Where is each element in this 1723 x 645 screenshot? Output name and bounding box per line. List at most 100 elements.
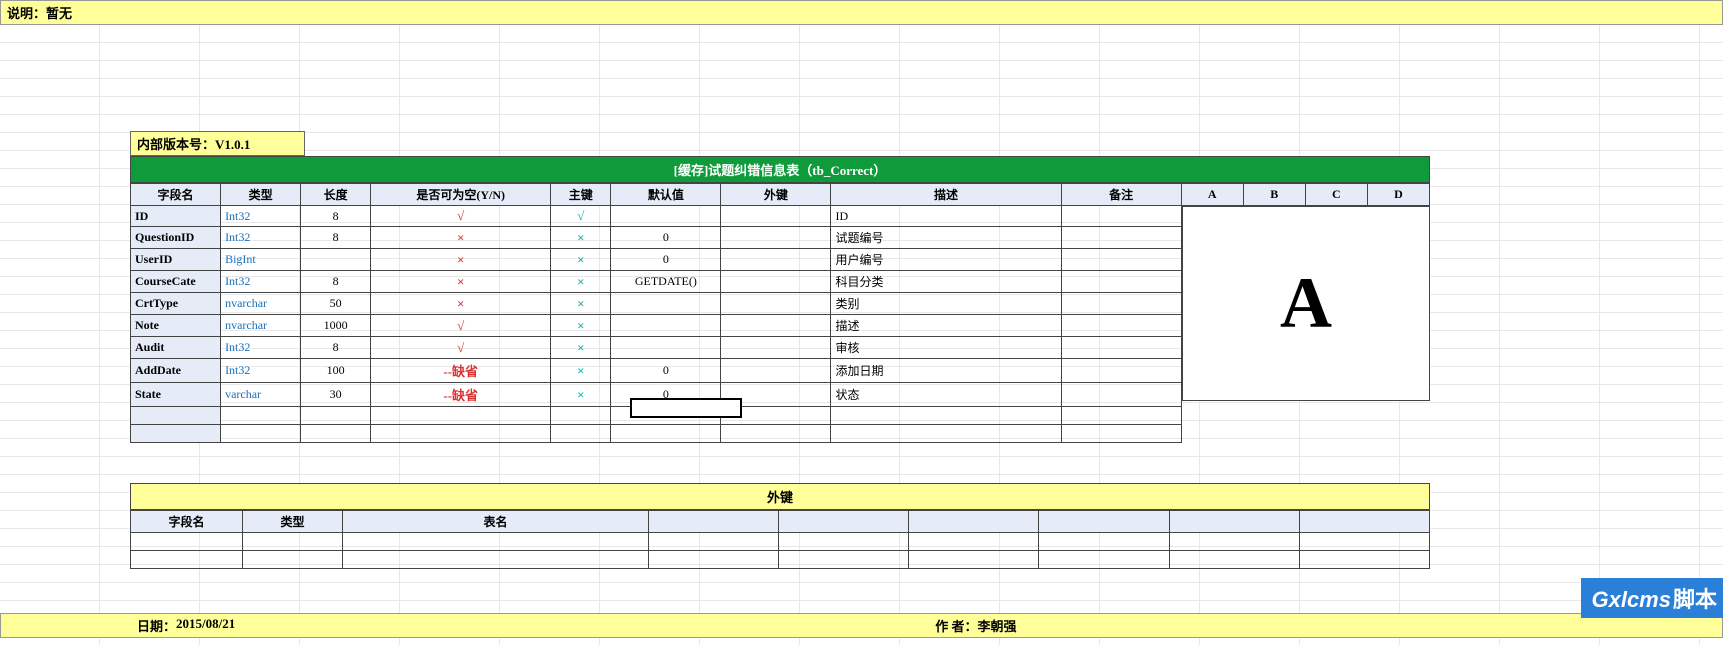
spreadsheet-area[interactable]: 内部版本号：V1.0.1 [缓存]试题纠错信息表（tb_Correct） 字段名… [0, 25, 1723, 645]
cell-desc[interactable]: 试题编号 [831, 227, 1061, 249]
cell-field[interactable]: Note [131, 315, 221, 337]
cell-pk[interactable]: × [551, 337, 611, 359]
version-value: V1.0.1 [215, 137, 250, 152]
cell-fk[interactable] [721, 271, 831, 293]
footer-author: 李朝强 [978, 616, 1017, 635]
cell-type[interactable]: Int32 [221, 227, 301, 249]
cell-nullable[interactable]: × [371, 227, 551, 249]
cell-fk[interactable] [721, 337, 831, 359]
cell-default[interactable]: 0 [611, 249, 721, 271]
cell-default[interactable]: 0 [611, 227, 721, 249]
cell-nullable[interactable]: × [371, 293, 551, 315]
version-cell[interactable]: 内部版本号：V1.0.1 [130, 131, 305, 156]
cell-nullable[interactable]: × [371, 249, 551, 271]
cell-length[interactable]: 100 [301, 359, 371, 383]
cell-default[interactable]: 0 [611, 383, 721, 407]
cell-desc[interactable]: 类别 [831, 293, 1061, 315]
cell-field[interactable]: UserID [131, 249, 221, 271]
cell-pk[interactable]: √ [551, 206, 611, 227]
fk-row[interactable] [131, 551, 1430, 569]
cell-desc[interactable]: 科目分类 [831, 271, 1061, 293]
cell-fk[interactable] [721, 227, 831, 249]
cell-pk[interactable]: × [551, 359, 611, 383]
cell-length[interactable]: 50 [301, 293, 371, 315]
cell-length[interactable]: 1000 [301, 315, 371, 337]
cell-default[interactable] [611, 315, 721, 337]
cell-fk[interactable] [721, 293, 831, 315]
cell-default[interactable] [611, 337, 721, 359]
cell-remark[interactable] [1061, 337, 1181, 359]
cell-length[interactable]: 30 [301, 383, 371, 407]
cell-length[interactable] [301, 249, 371, 271]
header-fk: 外键 [721, 184, 831, 206]
cell-desc[interactable]: 描述 [831, 315, 1061, 337]
cell-field[interactable]: CourseCate [131, 271, 221, 293]
cell-desc[interactable]: 状态 [831, 383, 1061, 407]
fk-header-type: 类型 [243, 511, 343, 533]
cell-field[interactable]: QuestionID [131, 227, 221, 249]
cell-default[interactable]: GETDATE() [611, 271, 721, 293]
cell-length[interactable]: 8 [301, 206, 371, 227]
cell-field[interactable]: ID [131, 206, 221, 227]
cell-nullable[interactable]: --缺省 [371, 359, 551, 383]
fk-table[interactable]: 字段名 类型 表名 [130, 510, 1430, 569]
cell-remark[interactable] [1061, 315, 1181, 337]
cell-type[interactable]: Int32 [221, 359, 301, 383]
cell-nullable[interactable]: √ [371, 337, 551, 359]
cell-remark[interactable] [1061, 383, 1181, 407]
cell-nullable[interactable]: --缺省 [371, 383, 551, 407]
cell-field[interactable]: CrtType [131, 293, 221, 315]
cell-type[interactable]: nvarchar [221, 293, 301, 315]
watermark: Gxlcms脚本 [1581, 578, 1723, 618]
cell-nullable[interactable]: × [371, 271, 551, 293]
cell-fk[interactable] [721, 383, 831, 407]
cell-type[interactable]: varchar [221, 383, 301, 407]
top-description-label: 说明： [7, 3, 46, 22]
cell-remark[interactable] [1061, 249, 1181, 271]
cell-type[interactable]: nvarchar [221, 315, 301, 337]
cell-type[interactable]: Int32 [221, 337, 301, 359]
cell-length[interactable]: 8 [301, 337, 371, 359]
header-type: 类型 [221, 184, 301, 206]
cell-default[interactable] [611, 206, 721, 227]
header-b: B [1243, 184, 1305, 206]
cell-nullable[interactable]: √ [371, 206, 551, 227]
cell-field[interactable]: AddDate [131, 359, 221, 383]
cell-remark[interactable] [1061, 293, 1181, 315]
cell-default[interactable] [611, 293, 721, 315]
fk-row[interactable] [131, 533, 1430, 551]
top-description-bar: 说明： 暂无 [0, 0, 1723, 25]
cell-desc[interactable]: 添加日期 [831, 359, 1061, 383]
cell-fk[interactable] [721, 206, 831, 227]
cell-type[interactable]: Int32 [221, 206, 301, 227]
table-row[interactable] [131, 425, 1430, 443]
cell-pk[interactable]: × [551, 383, 611, 407]
cell-fk[interactable] [721, 359, 831, 383]
cell-fk[interactable] [721, 249, 831, 271]
cell-desc[interactable]: ID [831, 206, 1061, 227]
cell-nullable[interactable]: √ [371, 315, 551, 337]
cell-field[interactable]: State [131, 383, 221, 407]
cell-length[interactable]: 8 [301, 227, 371, 249]
cell-remark[interactable] [1061, 227, 1181, 249]
cell-remark[interactable] [1061, 206, 1181, 227]
cell-pk[interactable]: × [551, 249, 611, 271]
watermark-cn: 脚本 [1673, 582, 1717, 614]
cell-fk[interactable] [721, 315, 831, 337]
cell-length[interactable]: 8 [301, 271, 371, 293]
cell-pk[interactable]: × [551, 271, 611, 293]
table-row[interactable] [131, 407, 1430, 425]
cell-pk[interactable]: × [551, 227, 611, 249]
cell-remark[interactable] [1061, 359, 1181, 383]
cell-pk[interactable]: × [551, 315, 611, 337]
cell-type[interactable]: BigInt [221, 249, 301, 271]
cell-remark[interactable] [1061, 271, 1181, 293]
cell-desc[interactable]: 用户编号 [831, 249, 1061, 271]
cell-type[interactable]: Int32 [221, 271, 301, 293]
cell-default[interactable]: 0 [611, 359, 721, 383]
cell-field[interactable]: Audit [131, 337, 221, 359]
header-pk: 主键 [551, 184, 611, 206]
cell-pk[interactable]: × [551, 293, 611, 315]
cell-desc[interactable]: 审核 [831, 337, 1061, 359]
footer-author-label: 作 者： [935, 616, 977, 635]
